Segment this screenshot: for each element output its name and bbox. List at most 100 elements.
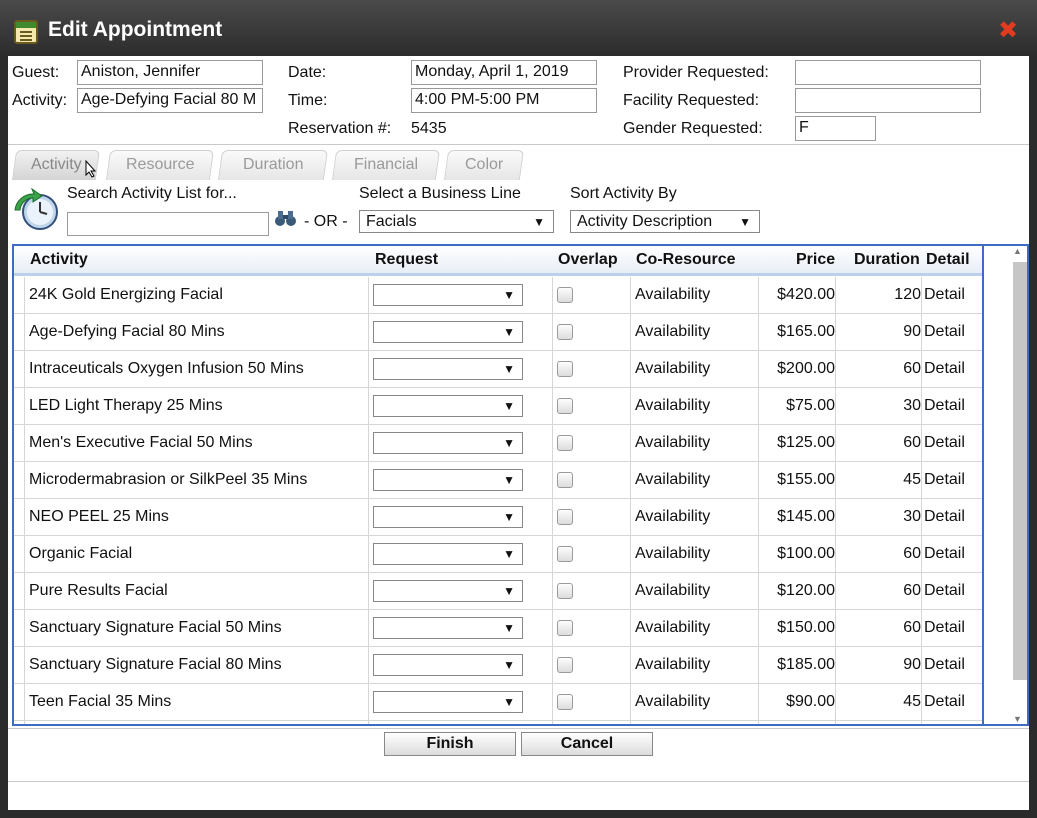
finish-button[interactable]: Finish: [384, 732, 516, 756]
binoculars-icon[interactable]: [274, 208, 298, 228]
activity-cell[interactable]: Sanctuary Signature Facial 80 Mins: [24, 647, 370, 683]
close-icon[interactable]: ✖: [998, 18, 1018, 44]
table-row[interactable]: NEO PEEL 25 Mins ▼ Availability $145.00 30 De…: [14, 499, 982, 536]
co-resource-link[interactable]: Availability: [630, 425, 758, 461]
request-select[interactable]: ▼: [373, 506, 523, 528]
table-row[interactable]: Sanctuary Signature Facial 80 Mins ▼ Avail…: [14, 647, 982, 684]
request-select[interactable]: ▼: [373, 395, 523, 417]
detail-link[interactable]: Detail: [921, 647, 981, 683]
detail-link[interactable]: Detail: [921, 499, 981, 535]
header-duration[interactable]: Duration: [854, 251, 920, 269]
business-line-select[interactable]: Facials ▼: [359, 210, 554, 233]
detail-link[interactable]: Detail: [921, 314, 981, 350]
detail-link[interactable]: Detail: [921, 277, 981, 313]
co-resource-link[interactable]: Availability: [630, 351, 758, 387]
overlap-checkbox[interactable]: [557, 657, 573, 673]
request-select[interactable]: ▼: [373, 691, 523, 713]
activity-cell[interactable]: Men's Executive Facial 50 Mins: [24, 425, 370, 461]
co-resource-link[interactable]: Availability: [630, 462, 758, 498]
date-field[interactable]: Monday, April 1, 2019: [411, 60, 597, 85]
overlap-checkbox[interactable]: [557, 694, 573, 710]
detail-link[interactable]: Detail: [921, 536, 981, 572]
cancel-button[interactable]: Cancel: [521, 732, 653, 756]
overlap-checkbox[interactable]: [557, 361, 573, 377]
table-row[interactable]: Teen Facial 35 Mins ▼ Availability $90.00 45…: [14, 684, 982, 721]
request-select[interactable]: ▼: [373, 654, 523, 676]
activity-cell[interactable]: Pure Results Facial: [24, 573, 370, 609]
co-resource-link[interactable]: Availability: [630, 573, 758, 609]
activity-field[interactable]: Age-Defying Facial 80 M: [77, 88, 263, 113]
request-select[interactable]: ▼: [373, 469, 523, 491]
overlap-checkbox[interactable]: [557, 472, 573, 488]
co-resource-link[interactable]: Availability: [630, 536, 758, 572]
co-resource-link[interactable]: Availability: [630, 388, 758, 424]
request-select[interactable]: ▼: [373, 617, 523, 639]
refresh-clock-icon[interactable]: [12, 188, 60, 234]
activity-cell[interactable]: Sanctuary Signature Facial 50 Mins: [24, 610, 370, 646]
activity-cell[interactable]: Organic Facial: [24, 536, 370, 572]
search-input[interactable]: [67, 212, 269, 236]
overlap-checkbox[interactable]: [557, 398, 573, 414]
detail-link[interactable]: Detail: [921, 462, 981, 498]
request-select[interactable]: ▼: [373, 284, 523, 306]
facility-field[interactable]: [795, 88, 981, 113]
table-row[interactable]: Age-Defying Facial 80 Mins ▼ Availability $…: [14, 314, 982, 351]
table-row[interactable]: Sanctuary Signature Facial 50 Mins ▼ Avail…: [14, 610, 982, 647]
overlap-checkbox[interactable]: [557, 324, 573, 340]
scroll-down-icon[interactable]: ▼: [1013, 714, 1022, 724]
vertical-scrollbar[interactable]: ▲ ▼: [984, 244, 1029, 726]
activity-cell[interactable]: Age-Defying Facial 80 Mins: [24, 314, 370, 350]
table-row[interactable]: Organic Facial ▼ Availability $100.00 60 Deta…: [14, 536, 982, 573]
activity-cell[interactable]: Intraceuticals Oxygen Infusion 50 Mins: [24, 351, 370, 387]
activity-cell[interactable]: 24K Gold Energizing Facial: [24, 277, 370, 313]
tab-duration[interactable]: Duration: [217, 150, 329, 180]
detail-link[interactable]: Detail: [921, 351, 981, 387]
co-resource-link[interactable]: Availability: [630, 277, 758, 313]
overlap-checkbox[interactable]: [557, 287, 573, 303]
guest-field[interactable]: Aniston, Jennifer: [77, 60, 263, 85]
sort-select[interactable]: Activity Description ▼: [570, 210, 760, 233]
request-select[interactable]: ▼: [373, 543, 523, 565]
header-detail[interactable]: Detail: [926, 251, 970, 269]
overlap-checkbox[interactable]: [557, 509, 573, 525]
table-row[interactable]: LED Light Therapy 25 Mins ▼ Availability $7…: [14, 388, 982, 425]
detail-link[interactable]: Detail: [921, 388, 981, 424]
activity-cell[interactable]: Teen Facial 35 Mins: [24, 684, 370, 720]
request-select[interactable]: ▼: [373, 580, 523, 602]
header-request[interactable]: Request: [375, 251, 438, 269]
header-activity[interactable]: Activity: [30, 251, 88, 269]
overlap-checkbox[interactable]: [557, 620, 573, 636]
table-row[interactable]: Pure Results Facial ▼ Availability $120.00 6…: [14, 573, 982, 610]
overlap-checkbox[interactable]: [557, 583, 573, 599]
co-resource-link[interactable]: Availability: [630, 647, 758, 683]
scroll-thumb[interactable]: [1013, 262, 1027, 680]
table-row[interactable]: [14, 721, 982, 724]
detail-link[interactable]: Detail: [921, 425, 981, 461]
scroll-up-icon[interactable]: ▲: [1013, 246, 1022, 256]
tab-financial[interactable]: Financial: [331, 150, 441, 180]
detail-link[interactable]: Detail: [921, 610, 981, 646]
request-select[interactable]: ▼: [373, 432, 523, 454]
detail-link[interactable]: Detail: [921, 684, 981, 720]
header-price[interactable]: Price: [796, 251, 835, 269]
header-overlap[interactable]: Overlap: [558, 251, 618, 269]
title-bar[interactable]: Edit Appointment ✖: [0, 0, 1037, 56]
activity-cell[interactable]: [24, 721, 370, 724]
activity-cell[interactable]: LED Light Therapy 25 Mins: [24, 388, 370, 424]
overlap-checkbox[interactable]: [557, 546, 573, 562]
co-resource-link[interactable]: Availability: [630, 610, 758, 646]
request-select[interactable]: ▼: [373, 321, 523, 343]
co-resource-link[interactable]: Availability: [630, 314, 758, 350]
detail-link[interactable]: Detail: [921, 573, 981, 609]
tab-resource[interactable]: Resource: [105, 150, 215, 180]
table-row[interactable]: 24K Gold Energizing Facial ▼ Availability $…: [14, 277, 982, 314]
co-resource-link[interactable]: Availability: [630, 684, 758, 720]
header-co-resource[interactable]: Co-Resource: [636, 251, 736, 269]
co-resource-link[interactable]: Availability: [630, 499, 758, 535]
gender-field[interactable]: F: [795, 116, 876, 141]
table-row[interactable]: Intraceuticals Oxygen Infusion 50 Mins ▼ A…: [14, 351, 982, 388]
provider-field[interactable]: [795, 60, 981, 85]
request-select[interactable]: ▼: [373, 358, 523, 380]
table-row[interactable]: Men's Executive Facial 50 Mins ▼ Availabil…: [14, 425, 982, 462]
table-row[interactable]: Microdermabrasion or SilkPeel 35 Mins ▼ Av…: [14, 462, 982, 499]
